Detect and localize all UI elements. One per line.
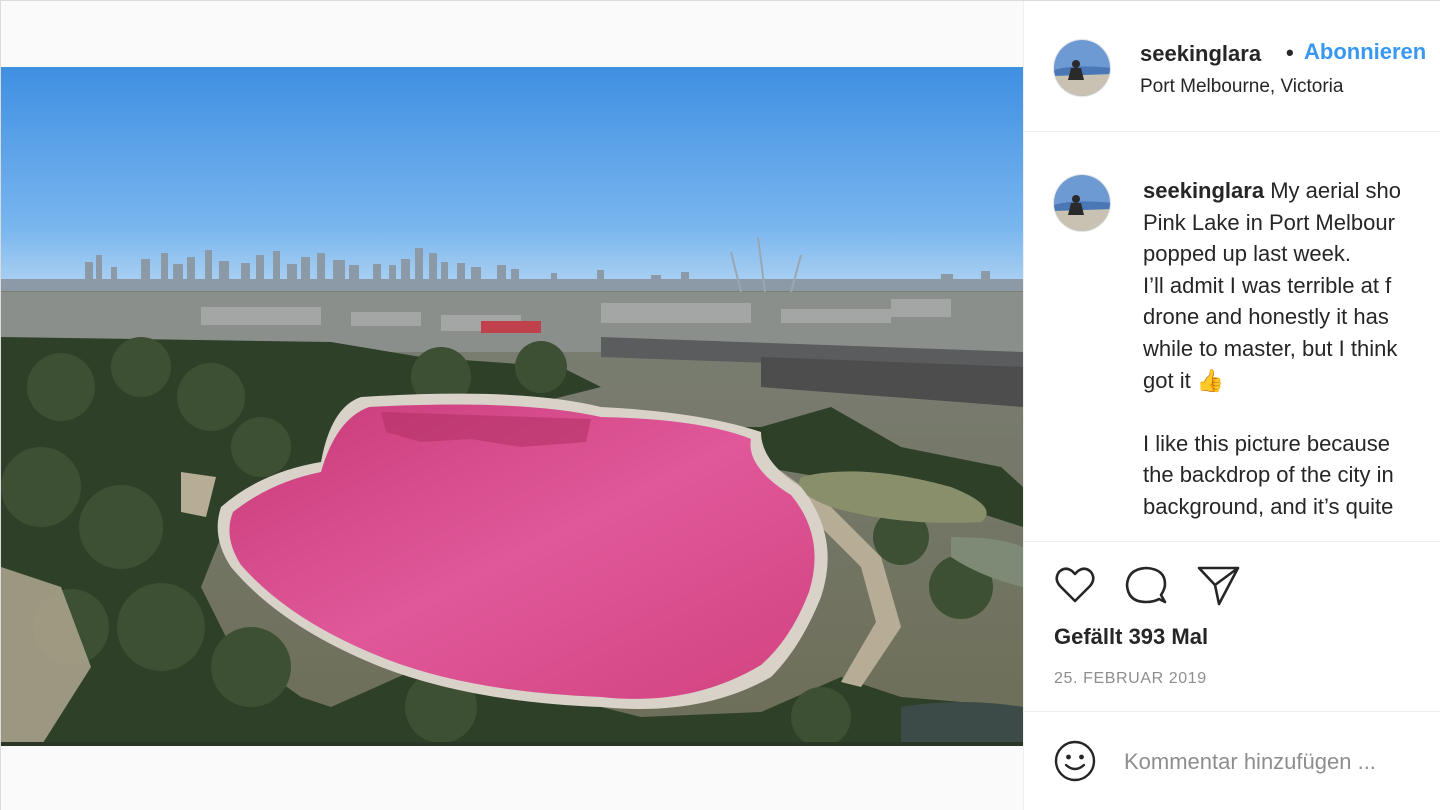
caption-line: while to master, but I think — [1143, 335, 1398, 361]
caption-area: seekinglara My aerial sho Pink Lake in P… — [1024, 132, 1440, 541]
caption-username[interactable]: seekinglara — [1143, 178, 1264, 203]
comment-input[interactable] — [1124, 742, 1440, 782]
comment-button[interactable] — [1123, 562, 1169, 608]
caption-line: Pink Lake in Port Melbour — [1143, 209, 1395, 235]
post-photo[interactable] — [1, 67, 1023, 746]
emoji-button[interactable] — [1052, 738, 1098, 784]
caption-line: the backdrop of the city in — [1143, 462, 1394, 488]
follow-button[interactable]: Abonnieren — [1304, 39, 1426, 65]
caption-line: I’ll admit I was terrible at f — [1143, 272, 1392, 298]
post-dialog: seekinglara • Abonnieren Port Melbourne,… — [0, 0, 1440, 810]
post-actions: Gefällt 393 Mal 25. FEBRUAR 2019 — [1024, 541, 1440, 711]
share-button[interactable] — [1195, 562, 1241, 608]
post-date[interactable]: 25. FEBRUAR 2019 — [1054, 670, 1207, 688]
pink-lake-aerial-photo — [1, 67, 1023, 746]
likes-count[interactable]: Gefällt 393 Mal — [1054, 624, 1208, 650]
media-area — [1, 1, 1023, 810]
separator-dot: • — [1286, 40, 1294, 65]
caption-line: drone and honestly it has — [1143, 304, 1389, 330]
comment-bar — [1024, 711, 1440, 810]
post-header: seekinglara • Abonnieren Port Melbourne,… — [1024, 1, 1440, 132]
smiley-icon — [1054, 740, 1096, 782]
caption-line: I like this picture because — [1143, 430, 1391, 456]
caption-line: My aerial sho — [1270, 178, 1402, 203]
post-author-username[interactable]: seekinglara — [1140, 41, 1261, 67]
post-caption: seekinglara My aerial sho Pink Lake in P… — [1143, 175, 1440, 523]
post-side-panel: seekinglara • Abonnieren Port Melbourne,… — [1023, 1, 1440, 810]
post-location[interactable]: Port Melbourne, Victoria — [1140, 76, 1343, 98]
profile-photo-icon — [1054, 40, 1110, 96]
comment-icon — [1125, 566, 1167, 604]
caption-line: popped up last week. — [1143, 241, 1351, 267]
heart-icon — [1055, 567, 1095, 603]
paper-plane-icon — [1197, 566, 1240, 606]
like-button[interactable] — [1052, 562, 1098, 608]
caption-avatar[interactable] — [1053, 174, 1111, 232]
avatar[interactable] — [1053, 39, 1111, 97]
caption-line: background, and it’s quite — [1143, 493, 1394, 519]
profile-photo-icon — [1054, 175, 1110, 231]
caption-line: got it 👍 — [1143, 367, 1225, 393]
